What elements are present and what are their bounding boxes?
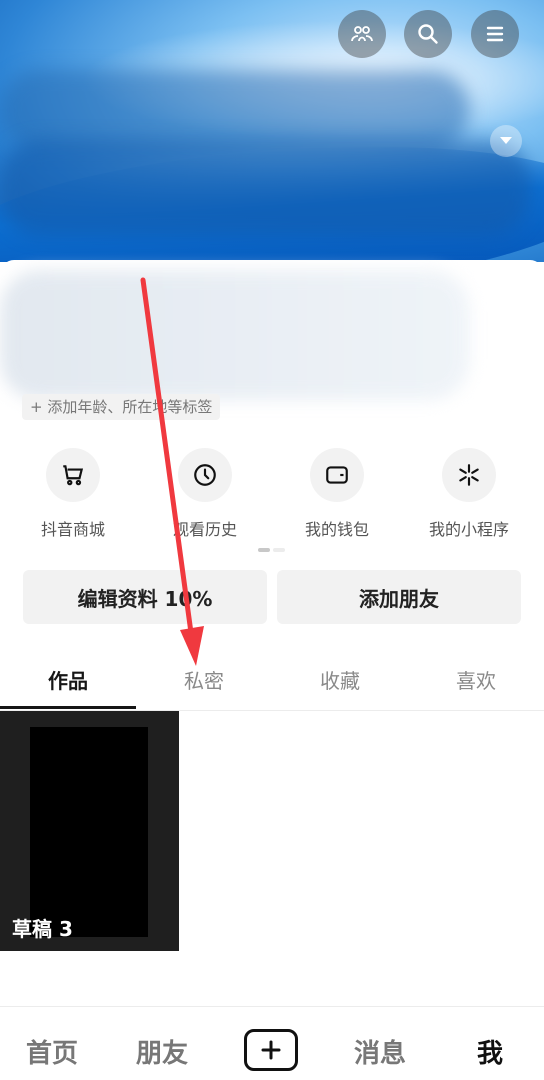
profile-banner bbox=[0, 0, 544, 262]
active-tab-indicator bbox=[0, 706, 136, 709]
wallet-icon bbox=[326, 466, 348, 484]
content-tabs: 作品 私密 收藏 喜欢 bbox=[0, 656, 544, 711]
quick-action-label: 我的小程序 bbox=[428, 520, 509, 539]
quick-action-label: 观看历史 bbox=[172, 520, 237, 539]
tab-works[interactable]: 作品 bbox=[0, 656, 136, 706]
account-switch-dropdown[interactable] bbox=[490, 125, 522, 157]
drafts-thumbnail[interactable]: 草稿 3 bbox=[0, 711, 179, 951]
menu-icon[interactable] bbox=[471, 10, 519, 58]
clock-icon bbox=[194, 464, 216, 486]
friends-icon[interactable] bbox=[338, 10, 386, 58]
nav-me[interactable]: 我 bbox=[440, 1007, 540, 1080]
quick-action-wallet[interactable]: 我的钱包 bbox=[277, 448, 397, 540]
bottom-nav: 首页 朋友 消息 我 bbox=[0, 1006, 544, 1080]
quick-action-history[interactable]: 观看历史 bbox=[145, 448, 265, 540]
tab-favorites[interactable]: 收藏 bbox=[272, 656, 408, 706]
redacted-bio bbox=[0, 270, 470, 400]
draft-count-label: 草稿 3 bbox=[12, 917, 73, 941]
chevron-down-icon bbox=[500, 137, 512, 144]
tab-private[interactable]: 私密 bbox=[136, 656, 272, 706]
add-tags-chip[interactable]: + 添加年龄、所在地等标签 bbox=[22, 394, 221, 420]
nav-messages[interactable]: 消息 bbox=[330, 1007, 430, 1080]
nav-home[interactable]: 首页 bbox=[2, 1007, 102, 1080]
quick-action-mini-programs[interactable]: 我的小程序 bbox=[409, 448, 529, 540]
edit-profile-button[interactable]: 编辑资料 10% bbox=[23, 570, 267, 624]
plus-icon bbox=[261, 1040, 281, 1060]
redacted-username bbox=[0, 70, 470, 150]
quick-action-label: 抖音商城 bbox=[40, 520, 105, 539]
mini-program-icon bbox=[459, 464, 479, 486]
page-indicator bbox=[258, 548, 285, 552]
add-friend-button[interactable]: 添加朋友 bbox=[277, 570, 521, 624]
create-button[interactable] bbox=[244, 1029, 298, 1071]
tab-likes[interactable]: 喜欢 bbox=[408, 656, 544, 706]
nav-friends[interactable]: 朋友 bbox=[112, 1007, 212, 1080]
search-icon[interactable] bbox=[404, 10, 452, 58]
quick-action-mall[interactable]: 抖音商城 bbox=[13, 448, 133, 540]
quick-action-label: 我的钱包 bbox=[304, 520, 369, 539]
redacted-stats bbox=[0, 140, 530, 235]
cart-icon bbox=[63, 465, 84, 486]
